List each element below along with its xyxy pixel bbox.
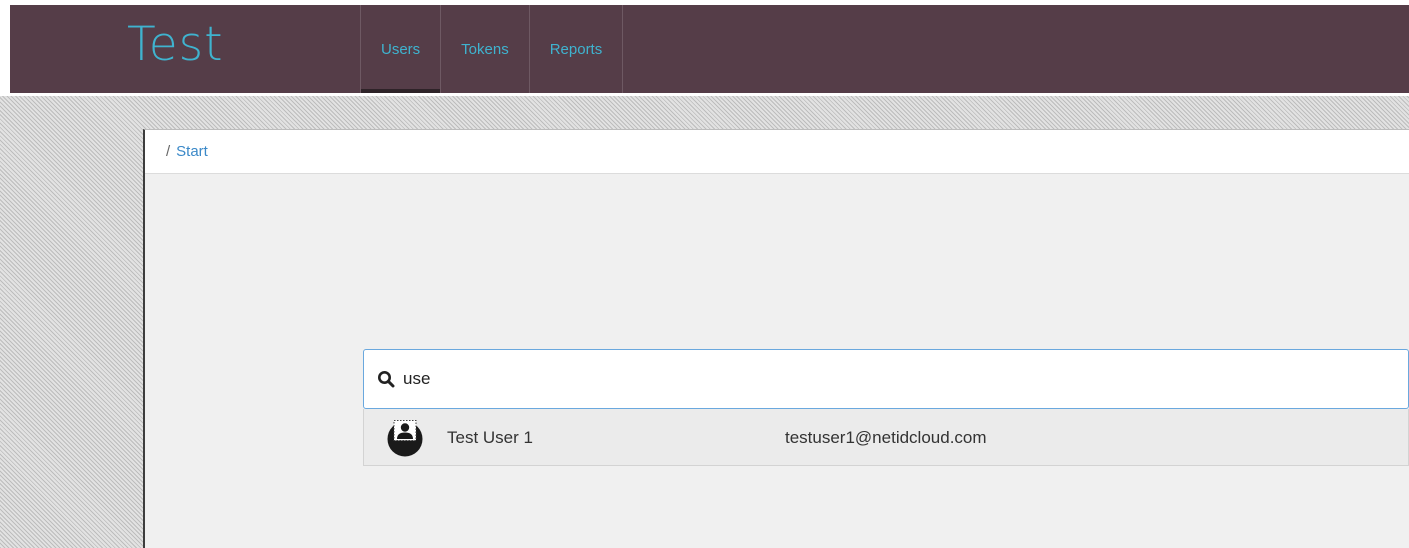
breadcrumb-start-link[interactable]: Start (176, 143, 208, 160)
tab-reports-label: Reports (549, 40, 603, 58)
user-search-box[interactable] (363, 349, 1409, 409)
breadcrumb: / Start (145, 130, 1409, 174)
tab-tokens-label: Tokens (461, 40, 509, 58)
tab-users[interactable]: Users (361, 5, 442, 93)
tab-users-label: Users (381, 40, 421, 58)
result-user-email: testuser1@netidcloud.com (785, 428, 987, 447)
top-header: Test Users Tokens Reports (10, 5, 1409, 93)
breadcrumb-separator: / (166, 143, 171, 160)
result-user-name: Test User 1 (447, 428, 533, 447)
main-nav: Users Tokens Reports (360, 5, 624, 93)
tab-tokens[interactable]: Tokens (441, 5, 530, 93)
app-logo[interactable]: Test (127, 15, 224, 75)
app-page: Test Users Tokens Reports / Start use Te… (0, 0, 1409, 548)
main-panel: / Start Test User 1 tes (143, 129, 1409, 548)
search-result-item[interactable]: Test User 1 testuser1@netidcloud.com (363, 409, 1409, 466)
search-input[interactable] (403, 369, 1303, 389)
tab-reports[interactable]: Reports (530, 5, 624, 93)
user-avatar-icon (386, 418, 424, 458)
search-icon (377, 370, 395, 388)
